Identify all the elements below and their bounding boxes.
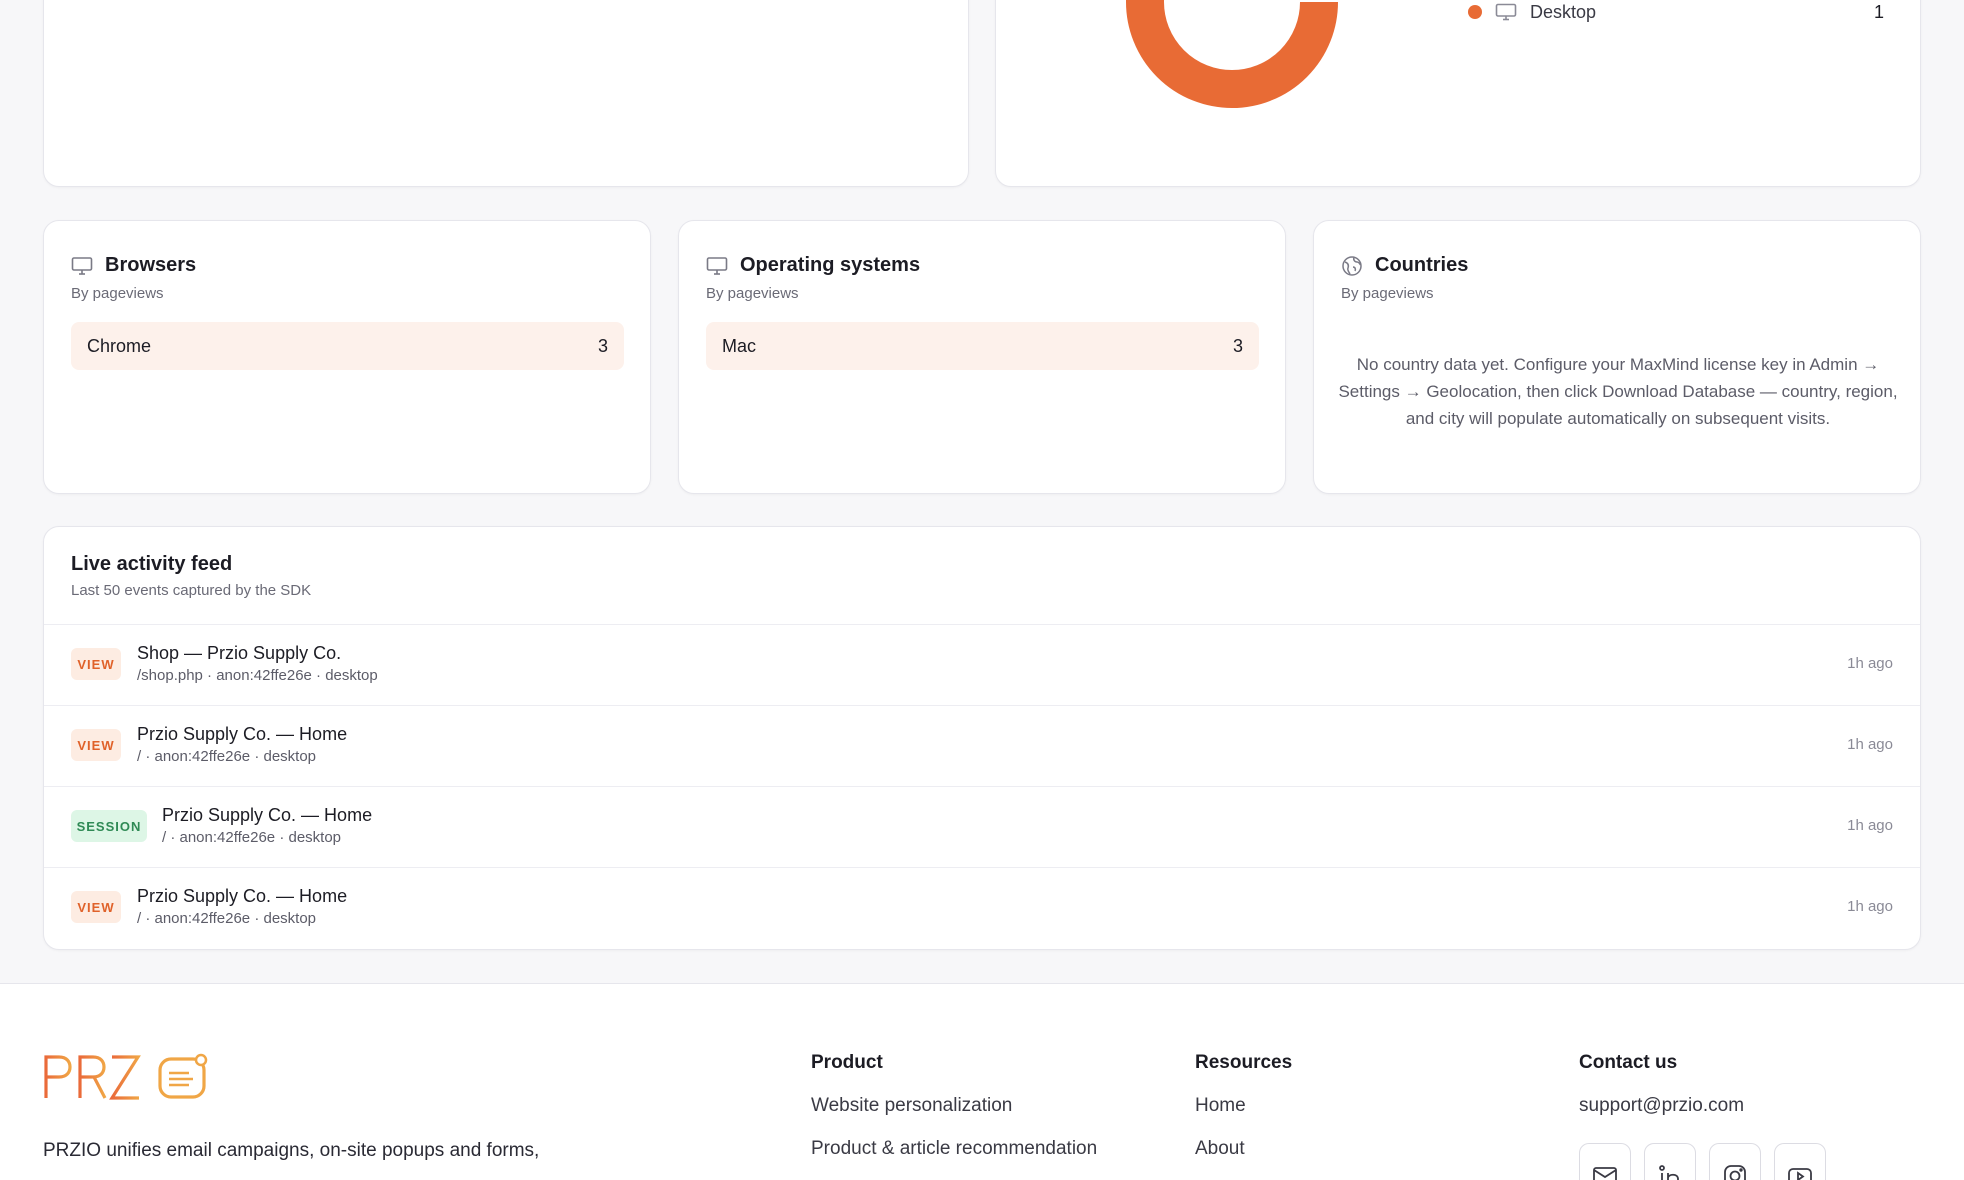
- donut-segment-desktop: [1126, 0, 1338, 108]
- footer-link-home[interactable]: Home: [1195, 1096, 1292, 1139]
- card-title: Operating systems: [740, 254, 921, 276]
- event-type-badge: VIEW: [71, 648, 121, 680]
- legend-color-dot: [1468, 5, 1482, 19]
- footer-link-product-article-recommendation[interactable]: Product & article recommendation: [811, 1139, 1097, 1180]
- event-type-badge: VIEW: [71, 729, 121, 761]
- social-links: [1579, 1143, 1826, 1180]
- card-title: Countries: [1375, 254, 1469, 276]
- event-meta: / · anon:42ffe26e · desktop: [162, 829, 342, 846]
- mail-icon: [1593, 1167, 1617, 1180]
- globe-icon: [1342, 255, 1362, 276]
- card-subtitle: By pageviews: [71, 285, 164, 302]
- row-label: Chrome: [87, 335, 152, 356]
- event-title: Przio Supply Co. — Home: [137, 886, 348, 906]
- card-subtitle: By pageviews: [706, 285, 799, 302]
- monitor-icon: [706, 256, 728, 275]
- youtube-button[interactable]: [1774, 1143, 1826, 1180]
- footer-description: PRZIO unifies email campaigns, on-site p…: [43, 1140, 540, 1161]
- footer-heading: Product: [811, 1052, 883, 1073]
- row-value: 3: [1232, 335, 1243, 356]
- legend-value: 1: [1873, 1, 1884, 22]
- event-time: 1h ago: [1847, 898, 1893, 915]
- footer-heading: Resources: [1195, 1052, 1293, 1073]
- instagram-icon: [1724, 1165, 1746, 1180]
- empty-state-message: No country data yet. Configure your MaxM…: [1338, 355, 1898, 428]
- event-meta: /shop.php · anon:42ffe26e · desktop: [137, 667, 378, 684]
- event-title: Przio Supply Co. — Home: [137, 724, 348, 744]
- footer-link-website-personalization[interactable]: Website personalization: [811, 1096, 1097, 1139]
- event-type-badge: SESSION: [71, 810, 147, 842]
- footer-column-product: Product Website personalization Product …: [811, 1052, 1097, 1180]
- youtube-icon: [1788, 1168, 1812, 1180]
- feed-event-row[interactable]: VIEW Przio Supply Co. — Home / · anon:42…: [44, 705, 1920, 786]
- live-activity-feed: Live activity feed Last 50 events captur…: [43, 526, 1921, 950]
- feed-event-row[interactable]: VIEW Shop — Przio Supply Co. /shop.php ·…: [44, 624, 1920, 705]
- event-title: Shop — Przio Supply Co.: [137, 643, 342, 663]
- event-time: 1h ago: [1847, 736, 1893, 753]
- footer-link-about[interactable]: About: [1195, 1139, 1292, 1180]
- card-title: Browsers: [105, 254, 197, 276]
- instagram-button[interactable]: [1709, 1143, 1761, 1180]
- monitor-icon: [71, 256, 93, 275]
- feed-title: Live activity feed: [71, 553, 233, 575]
- monitor-icon: [1495, 3, 1517, 21]
- footer-column-resources: Resources Home About: [1195, 1052, 1292, 1180]
- mail-button[interactable]: [1579, 1143, 1631, 1180]
- linkedin-icon: [1659, 1165, 1679, 1180]
- browser-row-chrome: Chrome 3: [71, 322, 624, 370]
- browsers-card: Browsers By pageviews Chrome 3: [43, 220, 651, 494]
- contact-email-link[interactable]: support@przio.com: [1579, 1096, 1826, 1139]
- row-value: 3: [597, 335, 608, 356]
- footer-heading: Contact us: [1579, 1052, 1678, 1073]
- feed-event-row[interactable]: VIEW Przio Supply Co. — Home / · anon:42…: [44, 867, 1920, 948]
- row-label: Mac: [722, 335, 757, 356]
- devices-donut-chart: [1126, 0, 1338, 108]
- footer-column-contact: Contact us support@przio.com: [1579, 1052, 1826, 1180]
- feed-subtitle: Last 50 events captured by the SDK: [71, 582, 312, 599]
- feed-event-row[interactable]: SESSION Przio Supply Co. — Home / · anon…: [44, 786, 1920, 867]
- event-time: 1h ago: [1847, 817, 1893, 834]
- event-time: 1h ago: [1847, 655, 1893, 672]
- przio-logo[interactable]: [43, 1052, 208, 1102]
- operating-systems-card: Operating systems By pageviews Mac 3: [678, 220, 1286, 494]
- card-subtitle: By pageviews: [1341, 285, 1434, 302]
- legend-label: Desktop: [1530, 1, 1597, 22]
- countries-card: Countries By pageviews No country data y…: [1313, 220, 1921, 494]
- event-title: Przio Supply Co. — Home: [162, 805, 373, 825]
- devices-card: Desktop 1: [995, 0, 1921, 187]
- os-row-mac: Mac 3: [706, 322, 1259, 370]
- top-left-card: [43, 0, 969, 187]
- event-type-badge: VIEW: [71, 891, 121, 923]
- linkedin-button[interactable]: [1644, 1143, 1696, 1180]
- site-footer: PRZIO unifies email campaigns, on-site p…: [0, 983, 1964, 1180]
- event-meta: / · anon:42ffe26e · desktop: [137, 748, 317, 765]
- event-meta: / · anon:42ffe26e · desktop: [137, 910, 317, 927]
- legend-item-desktop: Desktop 1: [1468, 1, 1892, 23]
